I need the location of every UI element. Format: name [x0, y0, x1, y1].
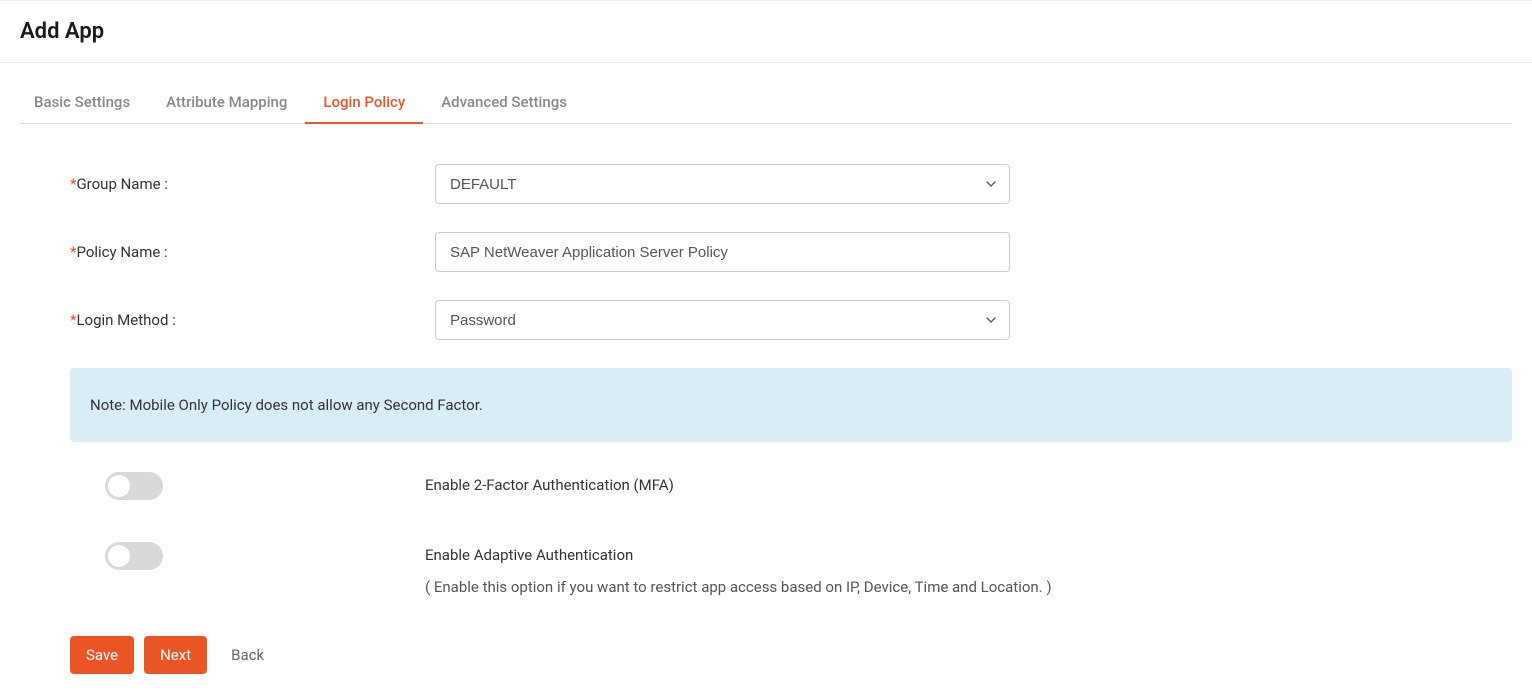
policy-name-label: *Policy Name : [70, 243, 435, 261]
next-button[interactable]: Next [144, 636, 207, 674]
tab-advanced-settings[interactable]: Advanced Settings [423, 81, 585, 123]
login-method-select[interactable]: Password [435, 300, 1010, 340]
tab-login-policy[interactable]: Login Policy [305, 81, 423, 123]
group-name-label: *Group Name : [70, 175, 435, 193]
note-box: Note: Mobile Only Policy does not allow … [70, 368, 1512, 442]
policy-name-input[interactable] [435, 232, 1010, 272]
login-method-label: *Login Method : [70, 311, 435, 329]
adaptive-toggle-sublabel: ( Enable this option if you want to rest… [425, 578, 1052, 596]
toggle-knob [108, 545, 130, 567]
mfa-toggle[interactable] [105, 472, 163, 500]
page-title: Add App [20, 19, 1512, 44]
tab-bar: Basic Settings Attribute Mapping Login P… [20, 81, 1512, 124]
adaptive-toggle-label: Enable Adaptive Authentication [425, 542, 1052, 564]
mfa-toggle-label: Enable 2-Factor Authentication (MFA) [425, 472, 674, 494]
group-name-select[interactable]: DEFAULT [435, 164, 1010, 204]
save-button[interactable]: Save [70, 636, 134, 674]
back-button[interactable]: Back [225, 636, 270, 674]
toggle-knob [108, 475, 130, 497]
tab-basic-settings[interactable]: Basic Settings [20, 81, 148, 123]
tab-attribute-mapping[interactable]: Attribute Mapping [148, 81, 305, 123]
adaptive-toggle[interactable] [105, 542, 163, 570]
